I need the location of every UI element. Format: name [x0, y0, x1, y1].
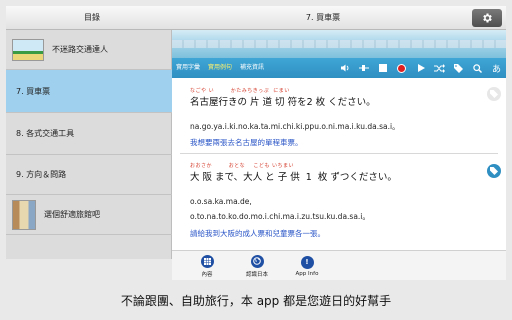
chapter-thumbnail — [12, 38, 44, 61]
tab-about-japan[interactable]: 認識日本 — [232, 251, 282, 281]
sidebar-item-directions[interactable]: 9. 方向＆問路 — [6, 155, 172, 195]
sentence-1[interactable]: なごや い かたみちきっぷ にまい 名古屋行きの 片 道 切 符を2 枚 くださ… — [190, 87, 376, 108]
sidebar-item-label: 選個舒適旅館吧 — [44, 210, 100, 219]
search-icon[interactable] — [468, 58, 487, 78]
tab-label: 內容 — [201, 271, 213, 278]
volume-icon[interactable] — [335, 58, 354, 78]
banner-decoration — [172, 40, 506, 48]
sentence-list: なごや い かたみちきっぷ にまい 名古屋行きの 片 道 切 符を2 枚 くださ… — [172, 78, 506, 250]
play-icon[interactable] — [411, 58, 430, 78]
stop-icon[interactable] — [373, 58, 392, 78]
sentence-divider — [180, 153, 498, 154]
info-icon: ! — [300, 255, 314, 269]
chapter-thumbnail — [12, 199, 36, 230]
gear-icon — [483, 13, 492, 23]
tab-label: App Info — [295, 270, 319, 277]
japanese-text: 大 阪 まで、大人 と 子 供 1 枚 ずつください。 — [190, 172, 397, 183]
grid-icon — [200, 254, 214, 268]
japanese-text: 名古屋行きの 片 道 切 符を2 枚 ください。 — [190, 97, 376, 108]
sidebar-item-buy-ticket[interactable]: 7. 買車票 — [6, 70, 172, 113]
globe-icon — [250, 254, 264, 268]
tag-icon — [490, 167, 498, 175]
tag-icon — [490, 90, 498, 98]
chinese-translation: 請給我到大阪的成人票和兒童票各一張。 — [190, 229, 325, 238]
bottom-tab-bar: 內容 認識日本 ! App Info — [172, 250, 506, 280]
record-icon[interactable] — [392, 58, 411, 78]
tab-app-info[interactable]: ! App Info — [282, 251, 332, 281]
tab-supplementary-info[interactable]: 補充資訊 — [236, 58, 268, 78]
top-bar: 目錄 7. 買車票 — [6, 6, 506, 30]
sidebar-item-hotel[interactable]: 選個舒適旅館吧 — [6, 195, 172, 235]
promo-caption: 不論跟團、自助旅行，本 app 都是您遊日的好幫手 — [120, 294, 392, 308]
toc-sidebar: 不迷路交通達人 7. 買車票 8. 各式交通工具 9. 方向＆問路 選個舒適旅館… — [6, 30, 172, 259]
tab-vocabulary[interactable]: 實用字彙 — [172, 58, 204, 78]
tab-label: 認識日本 — [245, 271, 268, 278]
romaji-text: o.to.na.to.ko.do.mo.i.chi.ma.i.zu.tsu.ku… — [190, 212, 370, 221]
sidebar-item-label: 8. 各式交通工具 — [16, 129, 75, 138]
header-banner — [172, 30, 506, 58]
sidebar-item-label: 不迷路交通達人 — [52, 45, 108, 54]
sidebar-item-label: 7. 買車票 — [16, 86, 51, 96]
tag-icon[interactable] — [449, 58, 468, 78]
romaji-text: o.o.sa.ka.ma.de, — [190, 197, 252, 206]
toc-title: 目錄 — [84, 13, 100, 22]
tab-contents[interactable]: 內容 — [182, 251, 232, 281]
lesson-toolbar: 實用字彙 實用例句 補充資訊 あ — [172, 58, 506, 78]
tab-example-sentences[interactable]: 實用例句 — [204, 58, 236, 78]
sidebar-item-vehicles[interactable]: 8. 各式交通工具 — [6, 113, 172, 155]
chinese-translation: 我想要兩張去名古屋的單程車票。 — [190, 138, 303, 147]
settings-button[interactable] — [472, 9, 502, 27]
slider-icon[interactable] — [354, 58, 373, 78]
furigana-text: なごや い かたみちきっぷ にまい — [190, 88, 290, 94]
furigana-text: おおさか おとな こども いちまい — [190, 163, 295, 169]
romaji-text: na.go.ya.i.ki.no.ka.ta.mi.chi.ki.ppu.o.n… — [190, 122, 400, 131]
sidebar-item-transport-master[interactable]: 不迷路交通達人 — [6, 30, 172, 70]
bookmark-button[interactable] — [487, 164, 501, 178]
hiragana-toggle-icon[interactable]: あ — [487, 58, 506, 78]
sidebar-item-label: 9. 方向＆問路 — [16, 170, 67, 179]
bookmark-button[interactable] — [487, 87, 501, 101]
sentence-2[interactable]: おおさか おとな こども いちまい 大 阪 まで、大人 と 子 供 1 枚 ずつ… — [190, 162, 397, 183]
lesson-title: 7. 買車票 — [305, 13, 341, 22]
shuffle-icon[interactable] — [430, 58, 449, 78]
